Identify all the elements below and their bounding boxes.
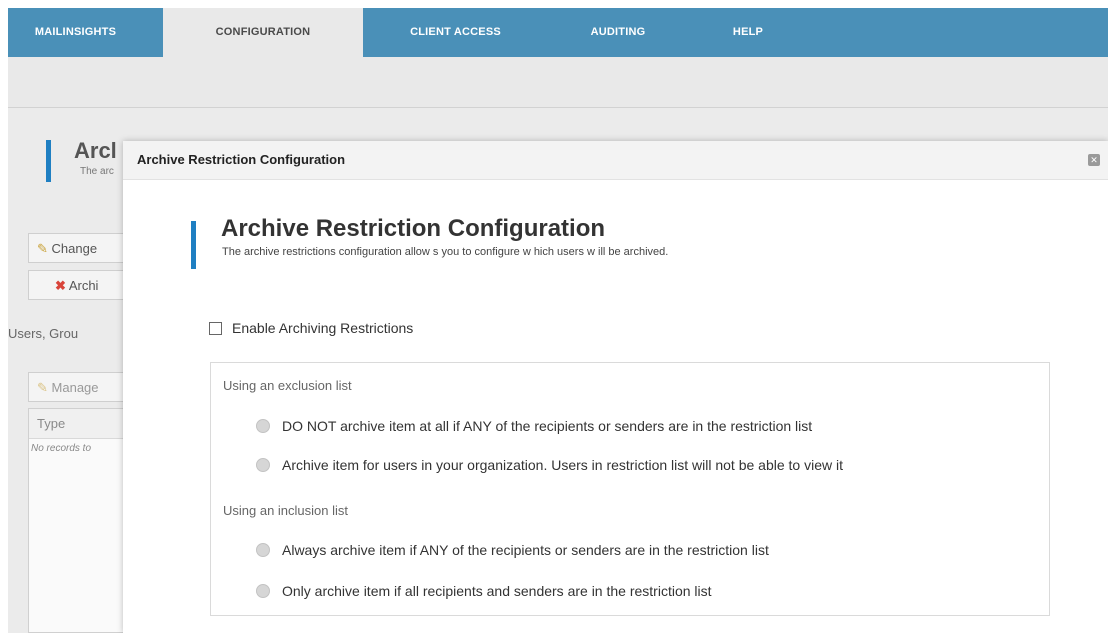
inclusion-group-label: Using an inclusion list xyxy=(223,503,349,518)
archive-restriction-dialog: Archive Restriction Configuration ✕ Arch… xyxy=(123,141,1108,633)
radio-exclude-any[interactable] xyxy=(256,419,270,433)
grid-header-type: Type xyxy=(29,409,137,439)
option-include-all[interactable]: Only archive item if all recipients and … xyxy=(256,582,712,600)
delete-icon: ✖ xyxy=(55,278,66,293)
option-label: Only archive item if all recipients and … xyxy=(282,583,712,599)
tab-mailinsights[interactable]: MAILINSIGHTS xyxy=(8,8,143,57)
dialog-subtitle: The archive restrictions configuration a… xyxy=(222,246,669,258)
tab-client-access[interactable]: CLIENT ACCESS xyxy=(363,8,548,57)
app-window: MAILINSIGHTS CONFIGURATION CLIENT ACCESS… xyxy=(8,8,1108,633)
page-title: Arcl xyxy=(74,138,117,163)
option-include-any[interactable]: Always archive item if ANY of the recipi… xyxy=(256,541,769,559)
exclusion-group-label: Using an exclusion list xyxy=(223,378,352,393)
grid-empty-message: No records to xyxy=(31,443,92,454)
radio-archive-org-users[interactable] xyxy=(256,458,270,472)
enable-restrictions-checkbox[interactable] xyxy=(209,321,222,335)
archive-button-label: Archi xyxy=(68,278,99,293)
dialog-title: Archive Restriction Configuration xyxy=(221,215,606,242)
tab-auditing[interactable]: AUDITING xyxy=(548,8,688,57)
option-label: Always archive item if ANY of the recipi… xyxy=(282,542,769,558)
tab-configuration[interactable]: CONFIGURATION xyxy=(163,8,363,57)
change-button-label: Change xyxy=(51,241,98,256)
section-accent-bar xyxy=(191,221,196,269)
enable-restrictions-row[interactable]: Enable Archiving Restrictions xyxy=(209,320,413,336)
top-nav: MAILINSIGHTS CONFIGURATION CLIENT ACCESS… xyxy=(8,8,1108,57)
restriction-options-panel: Using an exclusion list DO NOT archive i… xyxy=(210,362,1050,616)
enable-restrictions-label: Enable Archiving Restrictions xyxy=(232,320,414,336)
edit-icon: ✎ xyxy=(37,380,48,395)
change-button[interactable]: ✎ Change xyxy=(28,233,138,263)
page-subtitle: The arc xyxy=(80,166,114,177)
option-label: Archive item for users in your organizat… xyxy=(282,457,843,473)
edit-icon: ✎ xyxy=(37,241,48,256)
radio-include-any[interactable] xyxy=(256,543,270,557)
manage-button-label: Manage xyxy=(51,380,99,395)
tab-help[interactable]: HELP xyxy=(688,8,808,57)
dialog-header: Archive Restriction Configuration ✕ xyxy=(123,141,1108,180)
option-label: DO NOT archive item at all if ANY of the… xyxy=(282,418,813,434)
option-exclude-any[interactable]: DO NOT archive item at all if ANY of the… xyxy=(256,417,812,435)
radio-include-all[interactable] xyxy=(256,584,270,598)
page-accent-bar xyxy=(46,140,51,182)
option-archive-org-users[interactable]: Archive item for users in your organizat… xyxy=(256,456,843,474)
sub-nav-strip xyxy=(8,57,1108,108)
close-icon[interactable]: ✕ xyxy=(1088,154,1100,166)
users-groups-label: Users, Grou xyxy=(8,326,79,341)
records-grid: Type No records to xyxy=(28,408,138,633)
manage-button[interactable]: ✎ Manage xyxy=(28,372,138,402)
archive-button[interactable]: ✖ Archi xyxy=(28,270,138,300)
dialog-header-title: Archive Restriction Configuration xyxy=(137,152,346,167)
